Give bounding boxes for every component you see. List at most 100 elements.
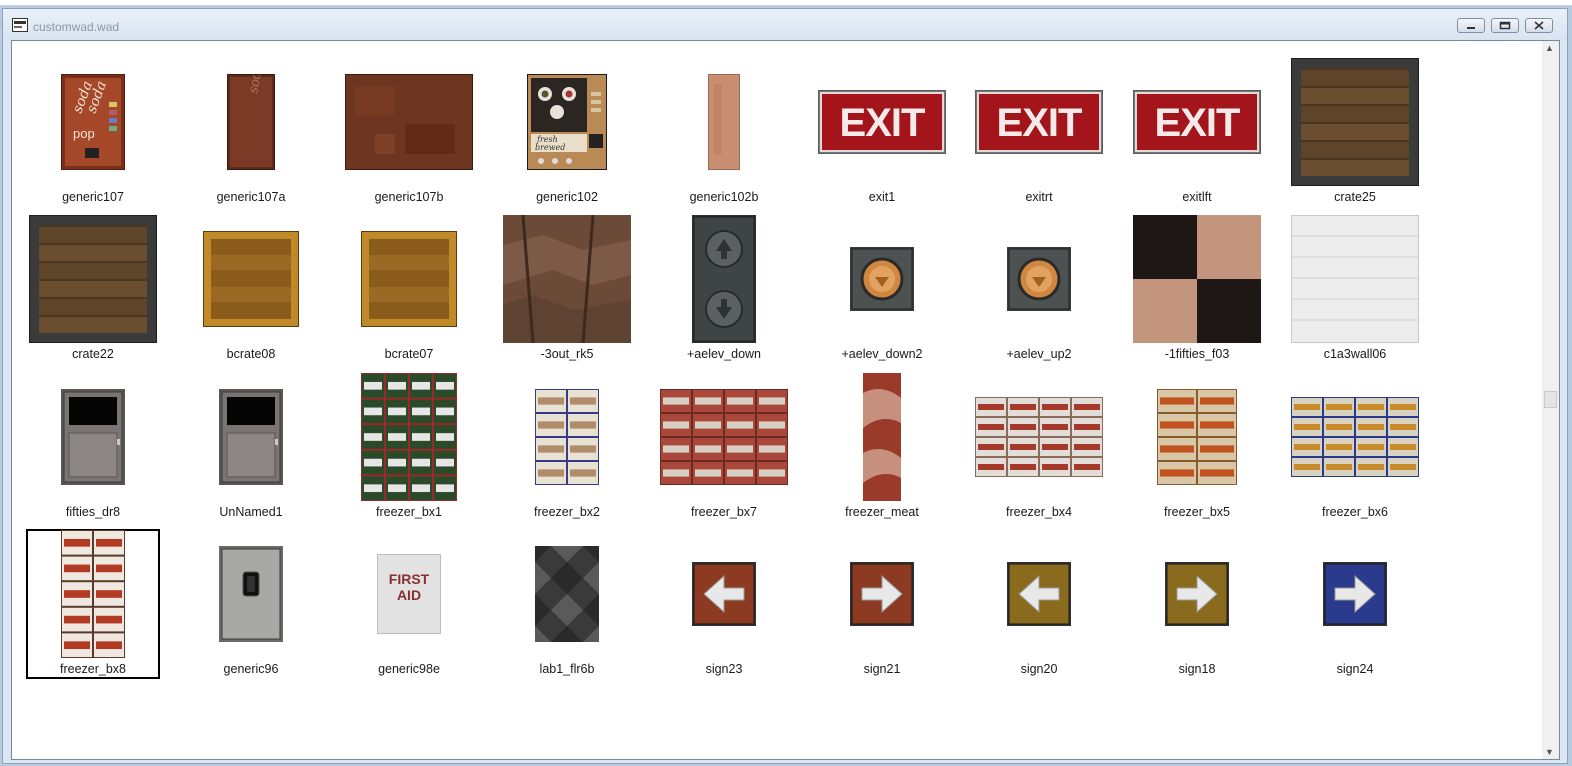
texture-thumbnail: fresh brewed bbox=[500, 57, 634, 187]
texture-name: generic96 bbox=[223, 662, 279, 676]
texture-name: freezer_bx1 bbox=[375, 505, 442, 519]
texture-name: lab1_flr6b bbox=[539, 662, 595, 676]
close-button[interactable] bbox=[1525, 18, 1553, 33]
texture-item[interactable]: fifties_dr8 bbox=[26, 372, 160, 522]
texture-item[interactable]: freezer_bx8 bbox=[26, 529, 160, 679]
texture-thumbnail bbox=[1130, 529, 1264, 659]
texture-item[interactable]: c1a3wall06 bbox=[1288, 214, 1422, 364]
texture-name: freezer_bx7 bbox=[690, 505, 757, 519]
vertical-scrollbar[interactable]: ▲ ▼ bbox=[1542, 41, 1559, 759]
scroll-down-icon[interactable]: ▼ bbox=[1545, 747, 1554, 757]
texture-thumbnail bbox=[815, 529, 949, 659]
texture-name: sign21 bbox=[863, 662, 901, 676]
texture-thumbnail bbox=[26, 372, 160, 502]
wad-file-icon bbox=[12, 18, 28, 32]
texture-item[interactable]: freezer_bx5 bbox=[1130, 372, 1264, 522]
texture-item[interactable]: EXIT exitlft bbox=[1130, 57, 1264, 207]
texture-name: fifties_dr8 bbox=[65, 505, 121, 519]
texture-item[interactable]: -3out_rk5 bbox=[500, 214, 634, 364]
texture-item[interactable]: +aelev_up2 bbox=[972, 214, 1106, 364]
scroll-thumb[interactable] bbox=[1544, 391, 1557, 408]
wad-browser-window: customwad.wad soda soda pop generic107 s… bbox=[2, 8, 1568, 764]
texture-thumbnail bbox=[500, 529, 634, 659]
texture-item[interactable]: generic96 bbox=[184, 529, 318, 679]
texture-name: +aelev_up2 bbox=[1006, 347, 1072, 361]
texture-item[interactable]: sign20 bbox=[972, 529, 1106, 679]
svg-text:AID: AID bbox=[397, 587, 421, 603]
texture-item[interactable]: fresh brewed generic102 bbox=[500, 57, 634, 207]
minimize-button[interactable] bbox=[1457, 18, 1485, 33]
texture-thumbnail bbox=[1288, 57, 1422, 187]
svg-text:EXIT: EXIT bbox=[1155, 101, 1240, 145]
texture-thumbnail bbox=[1288, 372, 1422, 502]
texture-item[interactable]: freezer_meat bbox=[815, 372, 949, 522]
texture-thumbnail bbox=[657, 214, 791, 344]
texture-thumbnail bbox=[657, 529, 791, 659]
texture-thumbnail: soda bbox=[184, 57, 318, 187]
texture-item[interactable]: freezer_bx6 bbox=[1288, 372, 1422, 522]
texture-item[interactable]: generic107b bbox=[342, 57, 476, 207]
texture-item[interactable]: sign18 bbox=[1130, 529, 1264, 679]
texture-name: -3out_rk5 bbox=[540, 347, 594, 361]
texture-item[interactable]: freezer_bx7 bbox=[657, 372, 791, 522]
texture-name: exitlft bbox=[1182, 190, 1212, 204]
texture-item[interactable]: +aelev_down bbox=[657, 214, 791, 364]
minimize-icon bbox=[1467, 26, 1475, 29]
texture-thumbnail bbox=[1288, 214, 1422, 344]
texture-item[interactable]: bcrate08 bbox=[184, 214, 318, 364]
texture-name: -1fifties_f03 bbox=[1164, 347, 1230, 361]
restore-button[interactable] bbox=[1491, 18, 1519, 33]
texture-item[interactable]: sign24 bbox=[1288, 529, 1422, 679]
texture-item[interactable]: crate25 bbox=[1288, 57, 1422, 207]
texture-thumbnail bbox=[184, 214, 318, 344]
texture-thumbnail: soda soda pop bbox=[26, 57, 160, 187]
texture-name: generic107b bbox=[374, 190, 444, 204]
texture-item[interactable]: freezer_bx1 bbox=[342, 372, 476, 522]
close-icon bbox=[1534, 21, 1544, 30]
texture-thumbnail bbox=[500, 214, 634, 344]
svg-text:pop: pop bbox=[73, 126, 95, 141]
texture-item[interactable]: EXIT exitrt bbox=[972, 57, 1106, 207]
top-strip bbox=[0, 0, 1572, 6]
texture-item[interactable]: sign23 bbox=[657, 529, 791, 679]
texture-item[interactable]: FIRST AID generic98e bbox=[342, 529, 476, 679]
texture-name: generic102b bbox=[689, 190, 759, 204]
texture-item[interactable]: generic102b bbox=[657, 57, 791, 207]
texture-grid[interactable]: soda soda pop generic107 soda generic107a… bbox=[11, 40, 1560, 760]
texture-name: bcrate07 bbox=[384, 347, 434, 361]
texture-name: freezer_bx8 bbox=[59, 662, 126, 676]
texture-name: +aelev_down bbox=[686, 347, 762, 361]
texture-name: generic98e bbox=[378, 662, 440, 676]
texture-item[interactable]: soda generic107a bbox=[184, 57, 318, 207]
texture-thumbnail bbox=[972, 214, 1106, 344]
title-bar[interactable]: customwad.wad bbox=[3, 9, 1567, 40]
texture-item[interactable]: sign21 bbox=[815, 529, 949, 679]
texture-item[interactable]: crate22 bbox=[26, 214, 160, 364]
texture-item[interactable]: -1fifties_f03 bbox=[1130, 214, 1264, 364]
scroll-up-icon[interactable]: ▲ bbox=[1545, 43, 1554, 53]
texture-name: UnNamed1 bbox=[219, 505, 283, 519]
texture-thumbnail bbox=[657, 57, 791, 187]
texture-item[interactable]: UnNamed1 bbox=[184, 372, 318, 522]
texture-item[interactable]: EXIT exit1 bbox=[815, 57, 949, 207]
texture-thumbnail: FIRST AID bbox=[342, 529, 476, 659]
texture-thumbnail bbox=[815, 372, 949, 502]
texture-thumbnail bbox=[342, 372, 476, 502]
texture-item[interactable]: lab1_flr6b bbox=[500, 529, 634, 679]
texture-thumbnail bbox=[28, 529, 158, 659]
texture-thumbnail bbox=[342, 57, 476, 187]
svg-text:EXIT: EXIT bbox=[997, 101, 1082, 145]
texture-name: freezer_bx2 bbox=[533, 505, 600, 519]
texture-item[interactable]: +aelev_down2 bbox=[815, 214, 949, 364]
texture-thumbnail bbox=[1288, 529, 1422, 659]
svg-text:EXIT: EXIT bbox=[840, 101, 925, 145]
texture-item[interactable]: freezer_bx4 bbox=[972, 372, 1106, 522]
texture-name: c1a3wall06 bbox=[1323, 347, 1387, 361]
restore-icon bbox=[1499, 21, 1511, 30]
texture-thumbnail bbox=[815, 214, 949, 344]
texture-name: sign20 bbox=[1020, 662, 1058, 676]
texture-item[interactable]: freezer_bx2 bbox=[500, 372, 634, 522]
texture-item[interactable]: bcrate07 bbox=[342, 214, 476, 364]
texture-item[interactable]: soda soda pop generic107 bbox=[26, 57, 160, 207]
texture-thumbnail bbox=[342, 214, 476, 344]
